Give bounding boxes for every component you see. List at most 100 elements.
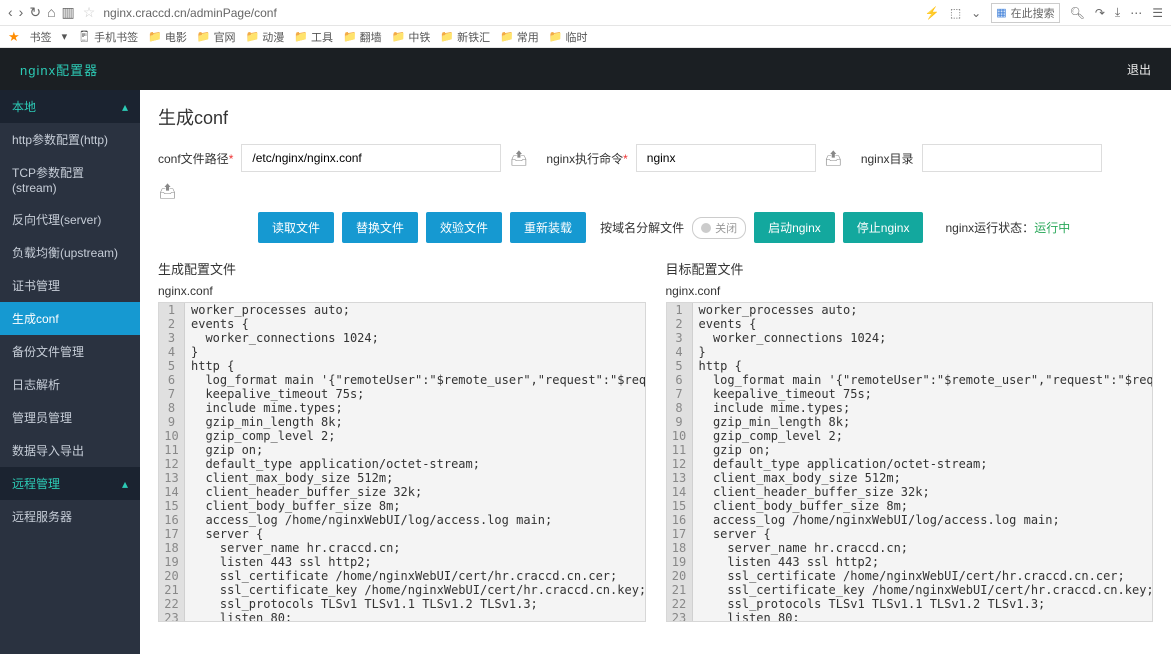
tab-icon[interactable]: ▥ [62, 4, 75, 21]
sidebar-item-remote[interactable]: 远程服务器 [0, 500, 140, 533]
line-content: server_name hr.craccd.cn; [693, 541, 1153, 555]
page-title: 生成conf [158, 104, 1153, 130]
code-line: 11 gzip on; [159, 443, 645, 457]
sidebar-item-admin[interactable]: 管理员管理 [0, 401, 140, 434]
nginx-cmd-input[interactable] [636, 144, 816, 172]
refresh-icon[interactable]: ↻ [29, 4, 41, 21]
bookmark-folder-2[interactable]: 📁动漫 [246, 29, 285, 45]
line-content: client_max_body_size 512m; [693, 471, 1153, 485]
line-content: keepalive_timeout 75s; [185, 387, 645, 401]
code-line: 7 keepalive_timeout 75s; [667, 387, 1153, 401]
line-number: 1 [667, 303, 693, 317]
code-line: 18 server_name hr.craccd.cn; [667, 541, 1153, 555]
star-icon[interactable]: ☆ [83, 4, 96, 21]
zoom-icon[interactable]: 🔍︎ [1070, 6, 1085, 20]
reload-button[interactable]: 重新装载 [510, 212, 586, 243]
bookmark-folder-4[interactable]: 📁翻墙 [343, 29, 382, 45]
line-content: listen 80; [185, 611, 645, 622]
bookmark-folder-5[interactable]: 📁中铁 [392, 29, 431, 45]
nginx-dir-input[interactable] [922, 144, 1102, 172]
bookmark-folder-7[interactable]: 📁常用 [500, 29, 539, 45]
bookmark-mobile[interactable]: 📱︎手机书签 [77, 29, 138, 45]
sidebar-item-cert[interactable]: 证书管理 [0, 269, 140, 302]
bookmark-folder-3[interactable]: 📁工具 [294, 29, 333, 45]
code-line: 15 client_body_buffer_size 8m; [159, 499, 645, 513]
chevron-down-icon[interactable]: ⌄ [971, 6, 981, 20]
download-icon[interactable]: ⤓ [1115, 5, 1120, 20]
code-line: 3 worker_connections 1024; [159, 331, 645, 345]
sidebar-item-conf[interactable]: 生成conf [0, 302, 140, 335]
code-line: 9 gzip_min_length 8k; [667, 415, 1153, 429]
split-switch[interactable]: 关闭 [692, 217, 746, 239]
line-content: ssl_certificate /home/nginxWebUI/cert/hr… [185, 569, 645, 583]
line-content: access_log /home/nginxWebUI/log/access.l… [185, 513, 645, 527]
upload-icon[interactable]: 📤︎ [824, 149, 843, 167]
sidebar-group-label: 本地 [12, 98, 36, 115]
back-icon[interactable]: ‹ [8, 4, 13, 21]
bookmarks-label[interactable]: 书签 [30, 29, 52, 45]
line-content: http { [185, 359, 645, 373]
sidebar-group-label: 远程管理 [12, 475, 60, 492]
bookmark-folder-0[interactable]: 📁电影 [148, 29, 187, 45]
line-content: listen 443 ssl http2; [185, 555, 645, 569]
sidebar-item-http[interactable]: http参数配置(http) [0, 123, 140, 156]
line-number: 19 [667, 555, 693, 569]
read-file-button[interactable]: 读取文件 [258, 212, 334, 243]
nginx-cmd-label: nginx执行命令* [546, 150, 627, 167]
code-editor-left[interactable]: 1worker_processes auto;2events {3 worker… [158, 302, 646, 622]
editor-left: 生成配置文件 nginx.conf 1worker_processes auto… [158, 259, 646, 622]
code-line: 13 client_max_body_size 512m; [667, 471, 1153, 485]
replace-file-button[interactable]: 替换文件 [342, 212, 418, 243]
upload-icon[interactable]: 📤︎ [509, 149, 528, 167]
conf-path-input[interactable] [241, 144, 501, 172]
bookmark-folder-1[interactable]: 📁官网 [197, 29, 236, 45]
line-content: ssl_certificate_key /home/nginxWebUI/cer… [185, 583, 646, 597]
sidebar-item-stream[interactable]: TCP参数配置(stream) [0, 156, 140, 203]
sidebar-group-remote[interactable]: 远程管理 ▴ [0, 467, 140, 500]
check-file-button[interactable]: 效验文件 [426, 212, 502, 243]
line-content: gzip on; [693, 443, 1153, 457]
sidebar: 本地 ▴ http参数配置(http)TCP参数配置(stream)反向代理(s… [0, 90, 140, 654]
search-box[interactable]: ▦ 在此搜索 [991, 3, 1059, 23]
phone-icon: 📱︎ [77, 30, 91, 43]
stop-nginx-button[interactable]: 停止nginx [843, 212, 924, 243]
line-content: events { [693, 317, 1153, 331]
menu-icon[interactable]: ☰ [1152, 6, 1163, 20]
line-content: access_log /home/nginxWebUI/log/access.l… [693, 513, 1153, 527]
bookmark-folder-8[interactable]: 📁临时 [549, 29, 588, 45]
undo-icon[interactable]: ↷ [1095, 6, 1105, 20]
line-number: 4 [667, 345, 693, 359]
line-number: 21 [667, 583, 693, 597]
line-content: listen 443 ssl http2; [693, 555, 1153, 569]
code-line: 1worker_processes auto; [667, 303, 1153, 317]
browser-toolbar: ‹ › ↻ ⌂ ▥ ☆ nginx.craccd.cn/adminPage/co… [0, 0, 1171, 26]
code-line: 9 gzip_min_length 8k; [159, 415, 645, 429]
sidebar-item-import[interactable]: 数据导入导出 [0, 434, 140, 467]
sidebar-group-local[interactable]: 本地 ▴ [0, 90, 140, 123]
code-line: 23 listen 80; [159, 611, 645, 622]
sidebar-item-upstream[interactable]: 负载均衡(upstream) [0, 236, 140, 269]
url-text[interactable]: nginx.craccd.cn/adminPage/conf [103, 6, 276, 20]
code-line: 23 listen 80; [667, 611, 1153, 622]
code-editor-right[interactable]: 1worker_processes auto;2events {3 worker… [666, 302, 1154, 622]
network-icon[interactable]: ⬚ [950, 6, 961, 20]
upload-icon[interactable]: 📤︎ [158, 182, 177, 200]
line-number: 18 [667, 541, 693, 555]
sidebar-item-log[interactable]: 日志解析 [0, 368, 140, 401]
code-line: 17 server { [159, 527, 645, 541]
start-nginx-button[interactable]: 启动nginx [754, 212, 835, 243]
logout-link[interactable]: 退出 [1127, 61, 1151, 78]
code-line: 6 log_format main '{"remoteUser":"$remot… [667, 373, 1153, 387]
sidebar-item-backup[interactable]: 备份文件管理 [0, 335, 140, 368]
sidebar-item-server[interactable]: 反向代理(server) [0, 203, 140, 236]
code-line: 20 ssl_certificate /home/nginxWebUI/cert… [667, 569, 1153, 583]
more-icon[interactable]: ⋯ [1130, 6, 1142, 20]
bolt-icon[interactable]: ⚡ [925, 6, 940, 20]
bookmarks-menu-icon[interactable]: ▾ [62, 30, 68, 43]
line-number: 10 [667, 429, 693, 443]
home-icon[interactable]: ⌂ [47, 4, 55, 21]
switch-knob-icon [701, 223, 711, 233]
forward-icon[interactable]: › [19, 4, 24, 21]
line-content: worker_connections 1024; [693, 331, 1153, 345]
bookmark-folder-6[interactable]: 📁新铁汇 [440, 29, 490, 45]
